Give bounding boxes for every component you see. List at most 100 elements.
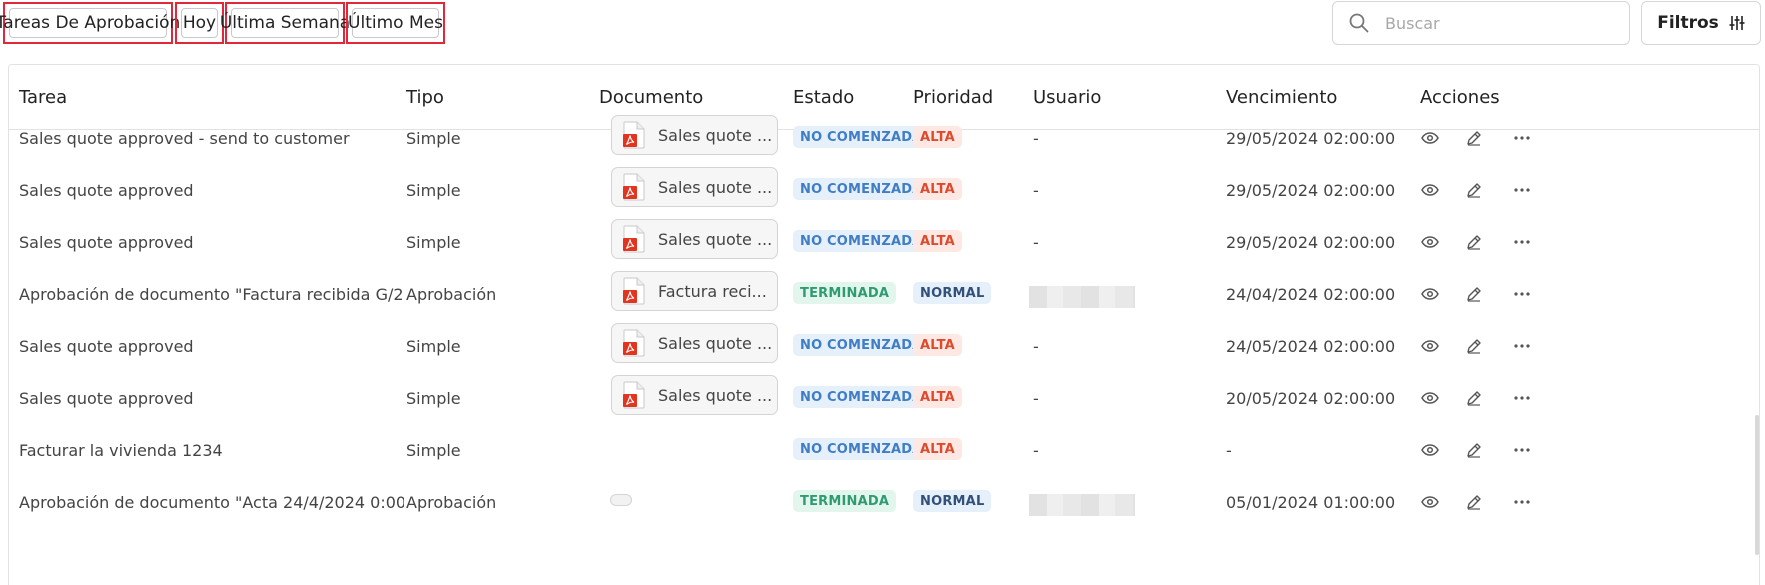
chip-last-week[interactable]: Última Semana (220, 8, 350, 38)
cell-tipo: Simple (406, 388, 461, 408)
view-button[interactable] (1418, 282, 1442, 306)
pdf-file-icon (623, 121, 645, 149)
document-chip[interactable]: Sales quote ... (611, 115, 778, 155)
edit-button[interactable] (1462, 282, 1486, 306)
document-chip[interactable]: Sales quote ... (611, 219, 778, 259)
pdf-file-icon (623, 381, 645, 409)
cell-tipo: Aprobación (406, 492, 497, 512)
more-horizontal-icon (1514, 344, 1530, 348)
status-badge: TERMINADA (793, 282, 897, 304)
chip-approval-tasks[interactable]: Tareas De Aprobación (0, 8, 180, 38)
scrollbar[interactable] (1755, 415, 1759, 555)
more-horizontal-icon (1514, 396, 1530, 400)
document-name: Factura reci... (658, 281, 767, 301)
more-horizontal-icon (1514, 188, 1530, 192)
edit-button[interactable] (1462, 490, 1486, 514)
priority-badge: ALTA (913, 386, 962, 408)
edit-button[interactable] (1462, 230, 1486, 254)
cell-tarea: Sales quote approved (19, 232, 194, 252)
view-button[interactable] (1418, 126, 1442, 150)
cell-tipo: Simple (406, 180, 461, 200)
view-button[interactable] (1418, 438, 1442, 462)
pdf-file-icon (623, 329, 645, 357)
chip-today[interactable]: Hoy (181, 8, 218, 38)
sliders-icon (1729, 16, 1745, 30)
edit-button[interactable] (1462, 126, 1486, 150)
cell-tarea: Sales quote approved - send to customer (19, 128, 350, 148)
cell-tipo: Simple (406, 440, 461, 460)
eye-icon (1421, 132, 1439, 144)
table-row[interactable]: Sales quote approved Simple Sales quote ..… (9, 317, 1759, 375)
more-horizontal-icon (1514, 292, 1530, 296)
view-button[interactable] (1418, 178, 1442, 202)
more-actions-button[interactable] (1510, 230, 1534, 254)
document-chip-empty[interactable] (610, 494, 632, 506)
cell-vencimiento: 29/05/2024 02:00:00 (1226, 128, 1396, 148)
cell-tipo: Simple (406, 336, 461, 356)
cell-tarea: Facturar la vivienda 1234 (19, 440, 223, 460)
cell-tarea: Aprobación de documento "Factura recibid… (19, 284, 404, 304)
edit-button[interactable] (1462, 334, 1486, 358)
eye-icon (1421, 340, 1439, 352)
more-actions-button[interactable] (1510, 490, 1534, 514)
pdf-file-icon (623, 225, 645, 253)
eye-icon (1421, 288, 1439, 300)
search-icon (1349, 13, 1369, 33)
table-row[interactable]: Aprobación de documento "Acta 24/4/2024 … (9, 473, 1759, 531)
more-actions-button[interactable] (1510, 334, 1534, 358)
document-name: Sales quote ... (658, 385, 773, 405)
document-name: Sales quote ... (658, 229, 773, 249)
status-badge: TERMINADA (793, 490, 897, 512)
more-actions-button[interactable] (1510, 282, 1534, 306)
document-name: Sales quote ... (658, 333, 773, 353)
priority-badge: ALTA (913, 230, 962, 252)
edit-button[interactable] (1462, 386, 1486, 410)
edit-button[interactable] (1462, 438, 1486, 462)
more-horizontal-icon (1514, 240, 1530, 244)
table-row[interactable]: Aprobación de documento "Factura recibid… (9, 265, 1759, 323)
cell-usuario: - (1033, 180, 1039, 200)
chip-last-month[interactable]: Último Mes (348, 8, 443, 38)
edit-button[interactable] (1462, 178, 1486, 202)
document-chip[interactable]: Sales quote ... (611, 167, 778, 207)
pdf-file-icon (623, 173, 645, 201)
more-horizontal-icon (1514, 500, 1530, 504)
table-row[interactable]: Sales quote approved Simple Sales quote ..… (9, 213, 1759, 271)
view-button[interactable] (1418, 490, 1442, 514)
more-actions-button[interactable] (1510, 386, 1534, 410)
document-chip[interactable]: Factura reci... (611, 271, 778, 311)
search-input[interactable] (1383, 12, 1607, 34)
more-actions-button[interactable] (1510, 126, 1534, 150)
table-row[interactable]: Sales quote approved - send to customer S… (9, 109, 1759, 167)
cell-tipo: Aprobación (406, 284, 497, 304)
document-chip[interactable]: Sales quote ... (611, 375, 778, 415)
chip-highlight: Último Mes (346, 2, 445, 44)
chip-highlight: Tareas De Aprobación (0, 2, 180, 44)
document-chip[interactable]: Sales quote ... (611, 323, 778, 363)
chip-highlight: Última Semana (220, 2, 350, 44)
cell-vencimiento: 24/05/2024 02:00:00 (1226, 336, 1396, 356)
table-row[interactable]: Sales quote approved Simple Sales quote ..… (9, 369, 1759, 427)
priority-badge: ALTA (913, 178, 962, 200)
chip-highlight: Hoy (175, 2, 224, 44)
view-button[interactable] (1418, 334, 1442, 358)
priority-badge: ALTA (913, 126, 962, 148)
toolbar: Tareas De Aprobación Hoy Última Semana Ú… (0, 0, 1765, 48)
eye-icon (1421, 236, 1439, 248)
status-badge: NO COMENZADA (793, 438, 930, 460)
more-actions-button[interactable] (1510, 438, 1534, 462)
table-row[interactable]: Sales quote approved Simple Sales quote ..… (9, 161, 1759, 219)
table-row[interactable]: Facturar la vivienda 1234 Simple NO COMENZ… (9, 421, 1759, 479)
pencil-icon (1467, 339, 1481, 354)
filters-button[interactable]: Filtros (1641, 1, 1761, 45)
more-actions-button[interactable] (1510, 178, 1534, 202)
cell-tarea: Sales quote approved (19, 336, 194, 356)
cell-vencimiento: - (1226, 440, 1232, 460)
priority-badge: NORMAL (913, 490, 992, 512)
cell-tarea: Aprobación de documento "Acta 24/4/2024 … (19, 492, 404, 512)
view-button[interactable] (1418, 230, 1442, 254)
view-button[interactable] (1418, 386, 1442, 410)
cell-vencimiento: 29/05/2024 02:00:00 (1226, 180, 1396, 200)
user-redacted (1029, 494, 1135, 516)
status-badge: NO COMENZADA (793, 230, 930, 252)
